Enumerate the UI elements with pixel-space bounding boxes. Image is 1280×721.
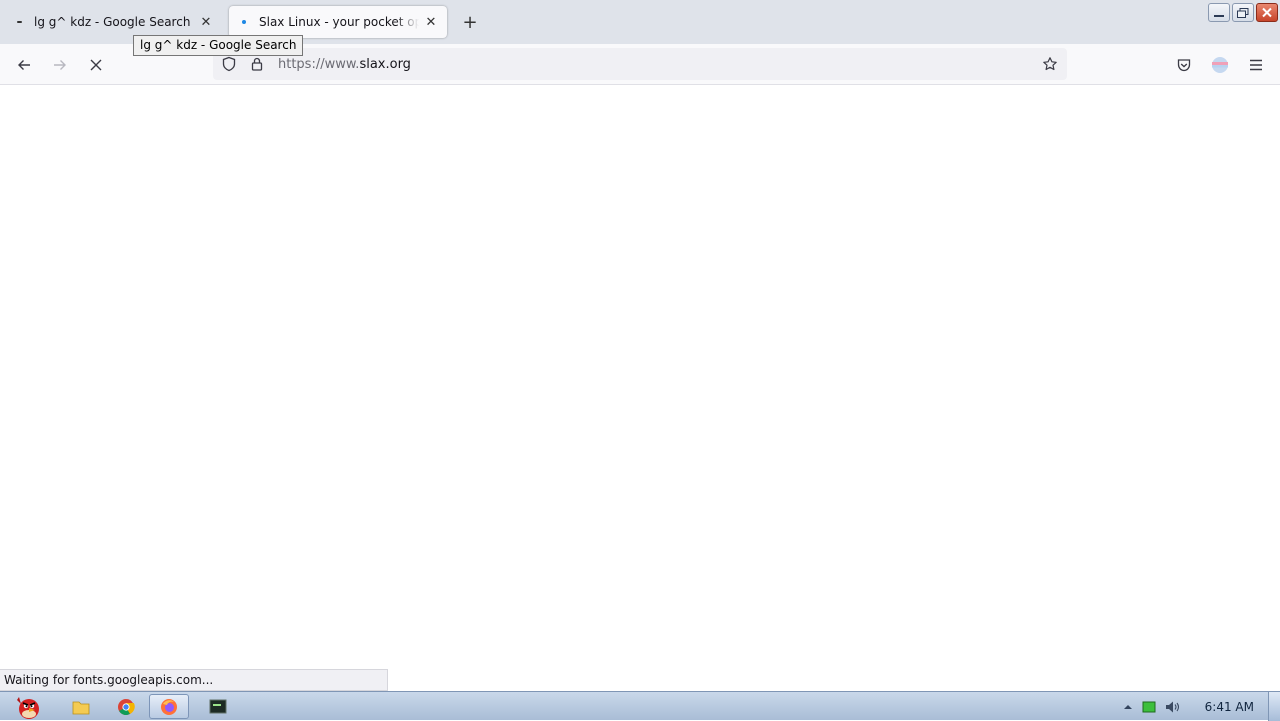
tab-title: Slax Linux - your pocket operating syste…: [259, 15, 419, 29]
show-hidden-icons-button[interactable]: [1119, 703, 1137, 711]
star-icon: [1043, 57, 1057, 71]
new-tab-button[interactable]: +: [458, 10, 482, 34]
close-tab-icon[interactable]: ✕: [198, 14, 214, 30]
chrome-taskbar-button[interactable]: [106, 694, 146, 719]
tab-slax-linux[interactable]: Slax Linux - your pocket operating syste…: [229, 6, 447, 38]
minimize-icon: [1214, 14, 1224, 17]
tab-google-search[interactable]: lg g^ kdz - Google Search ✕: [4, 6, 222, 38]
tab-title: lg g^ kdz - Google Search: [34, 15, 191, 29]
account-avatar-icon: [1212, 57, 1228, 73]
angry-bird-icon: [17, 696, 39, 719]
url-scheme: https://www.: [278, 56, 360, 72]
pocket-icon: [1177, 59, 1191, 72]
forward-arrow-icon: [54, 60, 66, 70]
volume-icon[interactable]: [1161, 700, 1185, 714]
minimize-button[interactable]: [1208, 3, 1230, 22]
pocket-button[interactable]: [1171, 52, 1197, 78]
back-arrow-icon: [18, 60, 30, 70]
app-menu-button[interactable]: [1243, 52, 1269, 78]
close-tab-icon[interactable]: ✕: [423, 14, 439, 30]
account-button[interactable]: [1207, 52, 1233, 78]
taskbar: 6:41 AM: [0, 691, 1280, 721]
url-host: slax.org: [359, 56, 411, 72]
show-desktop-button[interactable]: [1268, 692, 1280, 721]
firefox-icon: [161, 698, 177, 715]
close-window-button[interactable]: [1256, 3, 1278, 22]
hamburger-menu-icon: [1250, 59, 1262, 71]
chevron-up-icon: [1123, 704, 1132, 709]
file-explorer-taskbar-button[interactable]: [61, 694, 101, 719]
battery-tray-icon[interactable]: [1137, 701, 1161, 713]
tab-tooltip: lg g^ kdz - Google Search: [133, 35, 304, 56]
tracking-protection-shield-icon[interactable]: [218, 53, 240, 75]
folder-icon: [72, 701, 90, 714]
page-content[interactable]: [0, 85, 1280, 691]
stop-icon: [90, 59, 102, 71]
address-bar[interactable]: https://www.slax.org: [213, 48, 1067, 80]
firefox-taskbar-button[interactable]: [149, 694, 189, 719]
system-tray: 6:41 AM: [1119, 692, 1280, 721]
url-text[interactable]: https://www.slax.org: [278, 57, 411, 72]
window-controls: [1208, 3, 1278, 22]
terminal-icon: [209, 699, 227, 713]
tab-favicon: [12, 15, 26, 29]
start-button[interactable]: [2, 694, 52, 719]
stop-loading-button[interactable]: [83, 52, 109, 78]
close-window-icon: [1262, 7, 1272, 18]
terminal-taskbar-button[interactable]: [198, 694, 238, 719]
status-panel: Waiting for fonts.googleapis.com...: [0, 669, 388, 691]
back-button[interactable]: [11, 52, 37, 78]
chrome-icon: [118, 698, 135, 715]
tab-favicon: [237, 15, 251, 29]
restore-icon: [1237, 7, 1249, 18]
taskbar-clock[interactable]: 6:41 AM: [1205, 700, 1254, 714]
restore-button[interactable]: [1232, 3, 1254, 22]
forward-button[interactable]: [47, 52, 73, 78]
bookmark-star-button[interactable]: [1039, 53, 1061, 75]
lock-icon[interactable]: [246, 53, 268, 75]
